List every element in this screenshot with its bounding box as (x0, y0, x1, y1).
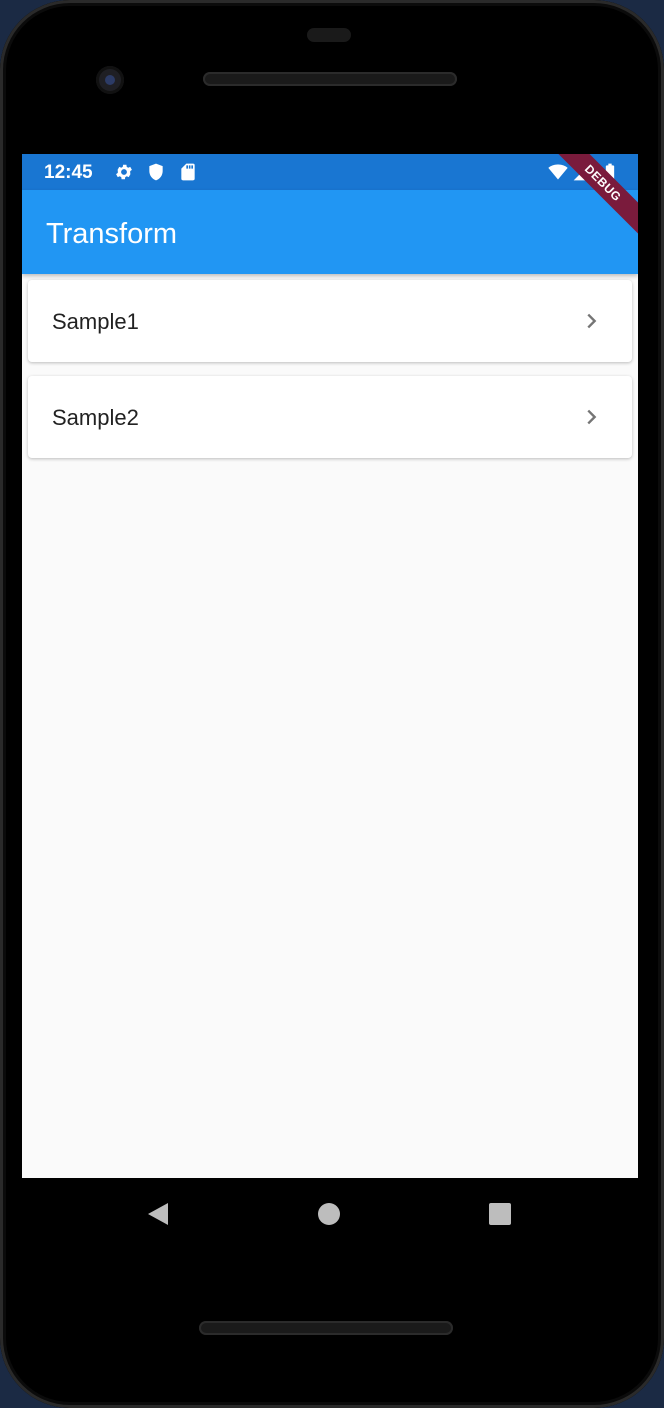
chevron-right-icon (587, 313, 597, 329)
bottom-speaker-grille (199, 1321, 453, 1335)
sd-card-icon (181, 163, 195, 181)
status-time: 12:45 (44, 162, 93, 183)
page-title: Transform (46, 218, 178, 250)
app-bar: Transform (22, 190, 638, 274)
back-icon[interactable] (146, 1202, 170, 1226)
screen: 12:45 Transform Sample1 Sample2 DEBUG (22, 154, 638, 1178)
wifi-icon (548, 164, 568, 180)
shield-icon (149, 163, 163, 181)
list-item-sample2[interactable]: Sample2 (28, 376, 632, 458)
status-bar: 12:45 (22, 154, 638, 190)
front-camera (96, 66, 124, 94)
list-item-label: Sample2 (52, 405, 139, 430)
system-nav-bar (22, 1178, 638, 1250)
list-item-label: Sample1 (52, 309, 139, 334)
top-speaker-grille (203, 72, 457, 86)
recents-icon[interactable] (488, 1202, 512, 1226)
home-icon[interactable] (317, 1202, 341, 1226)
chevron-right-icon (587, 409, 597, 425)
list-item-sample1[interactable]: Sample1 (28, 280, 632, 362)
phone-frame: 12:45 Transform Sample1 Sample2 DEBUG (0, 0, 664, 1408)
gear-icon (116, 164, 132, 180)
earpiece (307, 28, 351, 42)
